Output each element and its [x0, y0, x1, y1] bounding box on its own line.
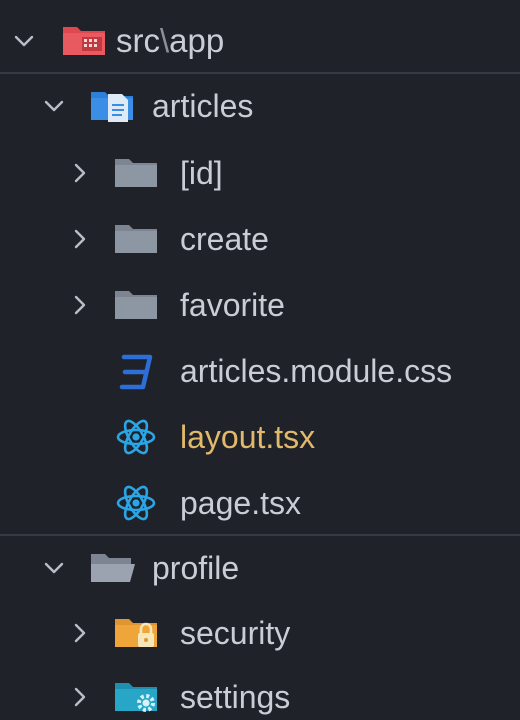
articles-folder-icon — [88, 86, 136, 126]
tree-label-settings: settings — [180, 679, 291, 715]
tree-row-articles[interactable]: articles — [0, 72, 520, 138]
css-file-icon — [112, 351, 160, 391]
tree-row-page-tsx[interactable]: page.tsx — [0, 470, 520, 536]
path-segment-src: src — [116, 22, 160, 59]
file-explorer: src\app articles [id] create favorite ar… — [0, 0, 520, 720]
chevron-right-icon[interactable] — [66, 291, 94, 319]
tree-label-security: security — [180, 615, 291, 651]
tree-label-layout-tsx: layout.tsx — [180, 419, 316, 455]
path-segment-app: app — [169, 22, 225, 59]
tree-label-id: [id] — [180, 155, 223, 191]
path-separator: \ — [160, 22, 170, 59]
security-folder-icon — [112, 613, 160, 653]
chevron-right-icon[interactable] — [66, 683, 94, 711]
tree-label-articles-module-css: articles.module.css — [180, 353, 453, 389]
tree-row-articles-module-css[interactable]: articles.module.css — [0, 338, 520, 404]
tree-row-layout-tsx[interactable]: layout.tsx — [0, 404, 520, 470]
src-folder-icon — [60, 21, 108, 61]
folder-icon — [112, 285, 160, 325]
react-file-icon — [112, 483, 160, 523]
chevron-down-icon[interactable] — [40, 92, 68, 120]
tree-row-security[interactable]: security — [0, 600, 520, 666]
tree-label-create: create — [180, 221, 269, 257]
folder-icon — [112, 153, 160, 193]
tree-label-articles: articles — [152, 88, 254, 124]
tree-label-favorite: favorite — [180, 287, 285, 323]
tree-label-src-app: src\app — [116, 22, 224, 60]
tree-label-profile: profile — [152, 550, 240, 586]
tree-row-profile[interactable]: profile — [0, 534, 520, 600]
open-folder-icon — [88, 548, 136, 588]
tree-row-settings[interactable]: settings — [0, 664, 520, 720]
chevron-down-icon[interactable] — [40, 554, 68, 582]
folder-icon — [112, 219, 160, 259]
tree-row-favorite[interactable]: favorite — [0, 272, 520, 338]
tree-label-page-tsx: page.tsx — [180, 485, 301, 521]
react-file-icon — [112, 417, 160, 457]
chevron-right-icon[interactable] — [66, 225, 94, 253]
chevron-down-icon[interactable] — [10, 27, 38, 55]
chevron-right-icon[interactable] — [66, 619, 94, 647]
tree-row-src-app[interactable]: src\app — [0, 8, 520, 74]
chevron-right-icon[interactable] — [66, 159, 94, 187]
settings-folder-icon — [112, 677, 160, 717]
tree-row-id[interactable]: [id] — [0, 140, 520, 206]
tree-row-create[interactable]: create — [0, 206, 520, 272]
